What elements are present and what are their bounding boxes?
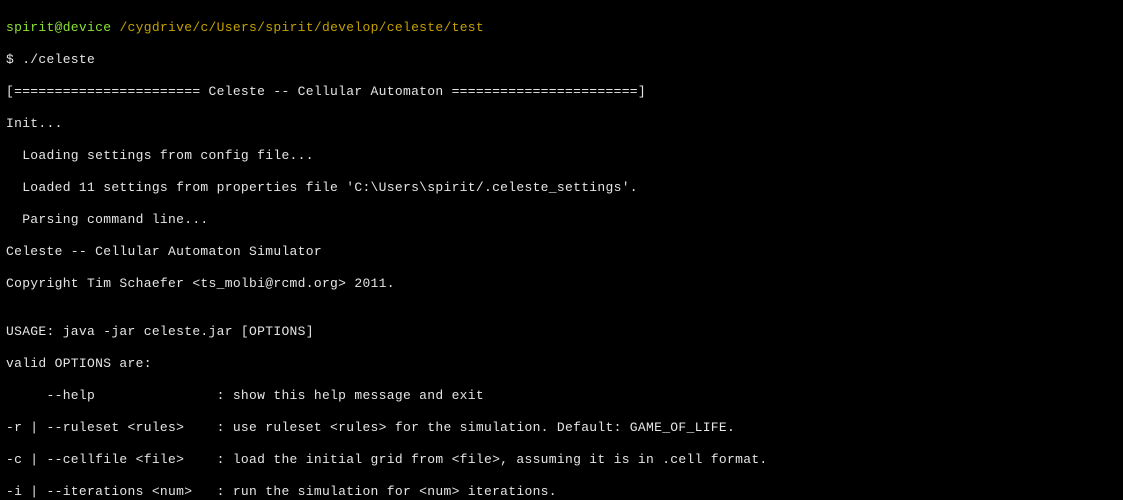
output-line: Loaded 11 settings from properties file … [6,180,1117,196]
prompt-userhost: spirit@device [6,20,111,35]
typed-command: ./celeste [22,52,95,67]
output-line: Celeste -- Cellular Automaton Simulator [6,244,1117,260]
prompt-line-1: spirit@device /cygdrive/c/Users/spirit/d… [6,20,1117,36]
output-line: valid OPTIONS are: [6,356,1117,372]
output-line: Parsing command line... [6,212,1117,228]
terminal[interactable]: spirit@device /cygdrive/c/Users/spirit/d… [0,0,1123,500]
output-line: Init... [6,116,1117,132]
output-line: -i | --iterations <num> : run the simula… [6,484,1117,500]
output-line: [======================= Celeste -- Cell… [6,84,1117,100]
command-line-1: $ ./celeste [6,52,1117,68]
output-line: Loading settings from config file... [6,148,1117,164]
output-line: --help : show this help message and exit [6,388,1117,404]
output-line: USAGE: java -jar celeste.jar [OPTIONS] [6,324,1117,340]
prompt-dollar: $ [6,52,22,67]
prompt-path: /cygdrive/c/Users/spirit/develop/celeste… [119,20,484,35]
output-line: -c | --cellfile <file> : load the initia… [6,452,1117,468]
output-line: Copyright Tim Schaefer <ts_molbi@rcmd.or… [6,276,1117,292]
output-line: -r | --ruleset <rules> : use ruleset <ru… [6,420,1117,436]
